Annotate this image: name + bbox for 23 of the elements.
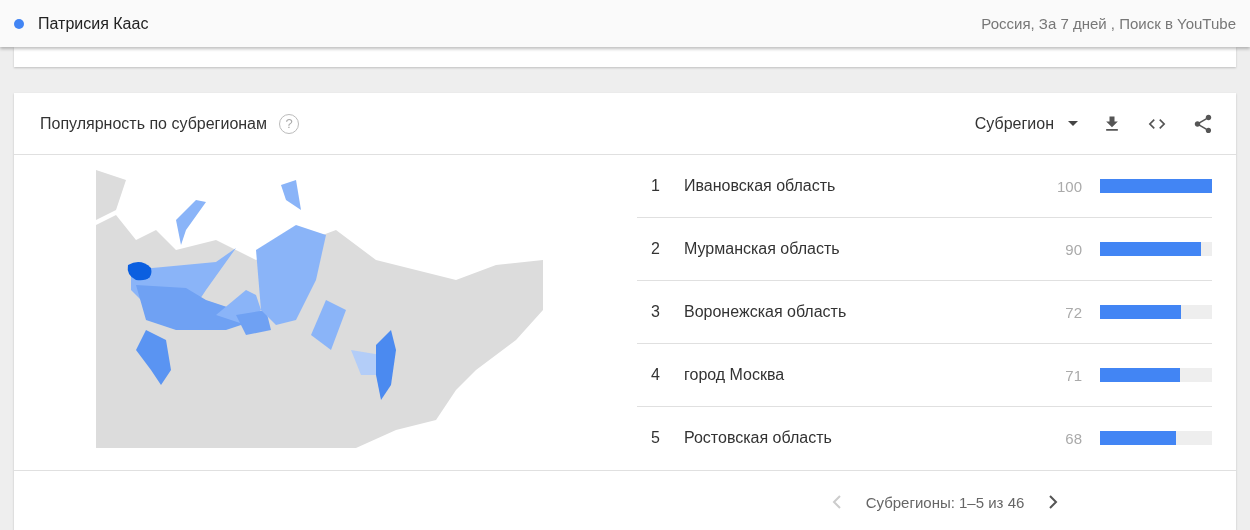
card-title: Популярность по субрегионам (40, 114, 267, 133)
region-name[interactable]: Мурманская область (684, 240, 1042, 258)
caret-icon[interactable] (1068, 121, 1078, 126)
interest-value: 90 (1064, 240, 1082, 258)
region-name[interactable]: Воронежская область (684, 303, 1042, 321)
pagination-label: Субрегионы: 1–5 из 46 (865, 493, 1025, 511)
interest-value: 100 (1055, 177, 1082, 195)
region-name[interactable]: город Москва (684, 366, 1042, 384)
region-name[interactable]: Ростовская область (684, 429, 1042, 447)
next-page-icon[interactable] (1048, 494, 1059, 510)
rank-number: 1 (650, 177, 661, 195)
filter-summary: Россия, За 7 дней , Поиск в YouTube (981, 15, 1236, 32)
resolution-dropdown[interactable]: Субрегион (974, 114, 1078, 133)
rank-number: 3 (650, 303, 661, 321)
search-term: Патрисия Каас (38, 14, 149, 33)
interest-value: 68 (1064, 429, 1082, 447)
rank-number: 2 (650, 240, 661, 258)
interest-value: 72 (1064, 303, 1082, 321)
region-name[interactable]: Ивановская область (684, 177, 1042, 195)
rank-number: 5 (650, 429, 661, 447)
interest-value: 71 (1064, 366, 1082, 384)
rank-number: 4 (650, 366, 661, 384)
share-icon[interactable] (1192, 112, 1214, 135)
